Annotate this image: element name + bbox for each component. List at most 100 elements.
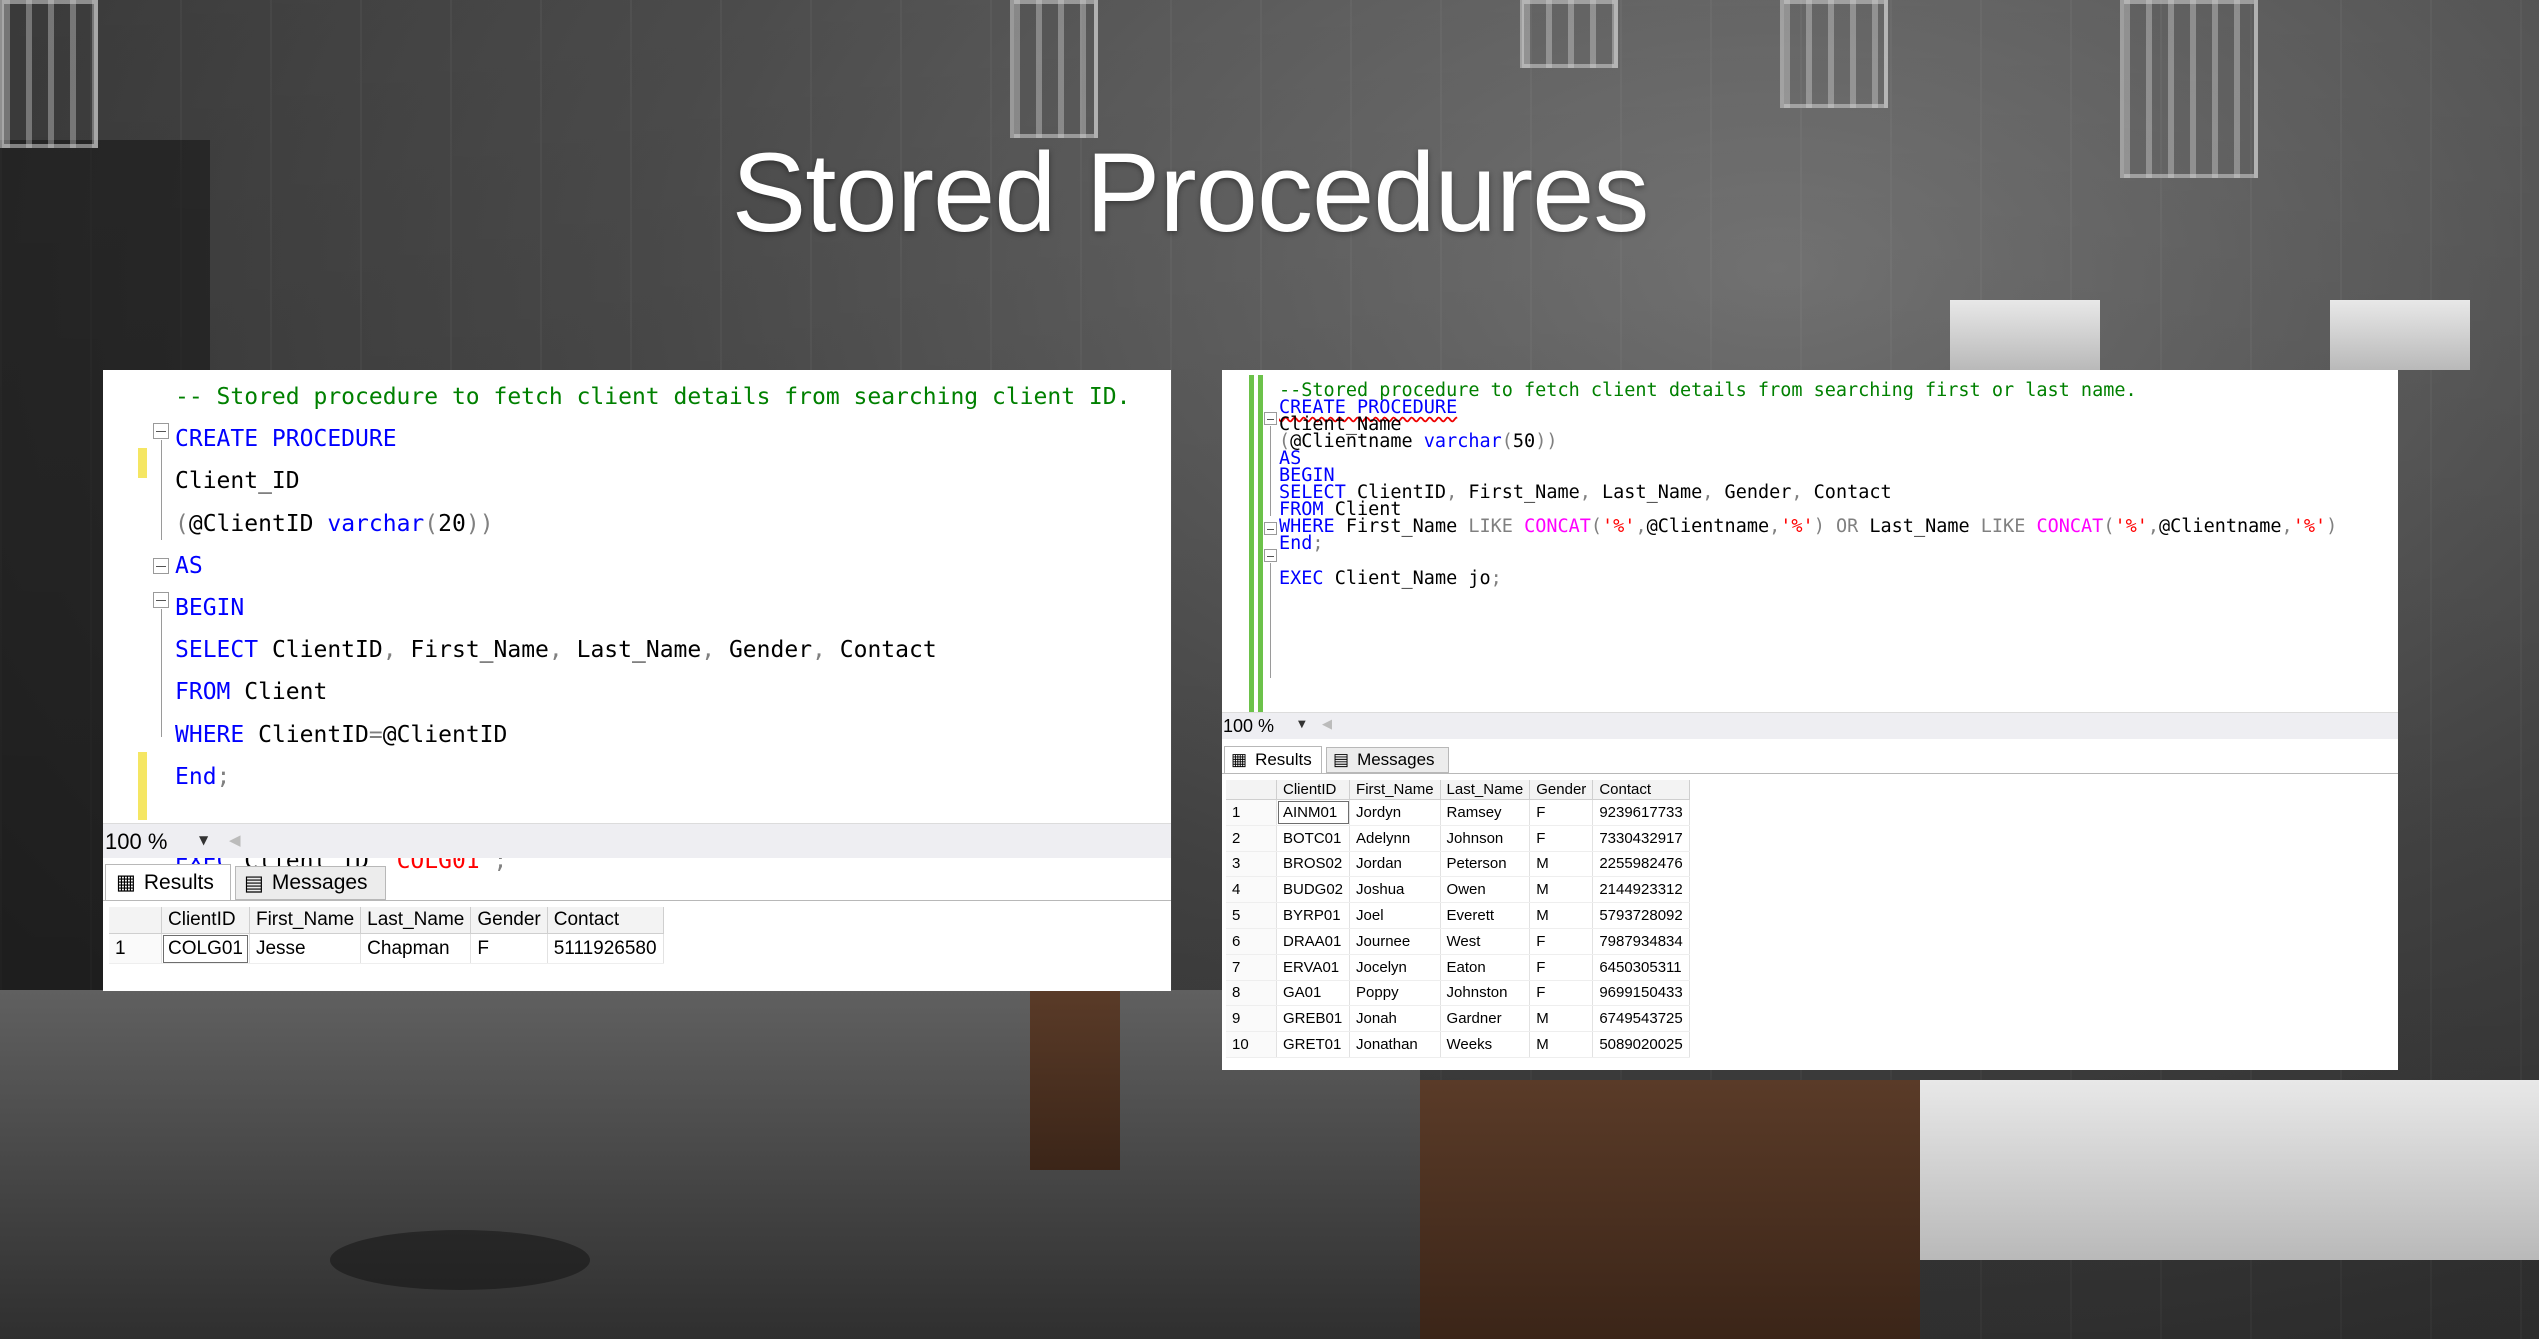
code-line[interactable]: BEGIN [1279, 465, 1335, 486]
table-cell[interactable]: 2144923312 [1592, 876, 1690, 904]
sql-editor-right[interactable]: --Stored procedure to fetch client detai… [1279, 380, 2394, 720]
table-cell[interactable]: F [1529, 799, 1594, 826]
table-cell[interactable]: Johnston [1440, 980, 1531, 1007]
table-row[interactable]: 8 GA01 Poppy Johnston F 9699150433 [1226, 980, 1690, 1007]
code-line[interactable]: CREATE PROCEDURE [1279, 397, 1457, 418]
tab-messages[interactable]: ▤ Messages [235, 866, 386, 900]
table-cell[interactable]: 7987934834 [1592, 928, 1690, 955]
code-line[interactable]: SELECT ClientID, First_Name, Last_Name, … [1279, 482, 1892, 503]
table-cell[interactable]: AINM01 [1276, 799, 1351, 826]
table-cell[interactable]: GA01 [1276, 980, 1351, 1007]
collapse-toggle-icon[interactable] [153, 423, 169, 439]
table-row[interactable]: 7 ERVA01 Jocelyn Eaton F 6450305311 [1226, 954, 1690, 981]
table-cell[interactable]: Gardner [1440, 1005, 1531, 1033]
zoom-level[interactable]: 100 % [105, 829, 167, 855]
column-header[interactable]: ClientID [161, 907, 250, 934]
column-header[interactable]: Gender [470, 907, 548, 934]
table-cell[interactable]: 2255982476 [1592, 851, 1690, 878]
code-line[interactable]: --Stored procedure to fetch client detai… [1279, 380, 2137, 401]
table-cell[interactable]: Eaton [1440, 954, 1531, 981]
table-cell[interactable]: ERVA01 [1276, 954, 1351, 981]
code-line[interactable]: SELECT ClientID, First_Name, Last_Name, … [175, 637, 937, 663]
table-cell[interactable]: M [1529, 1031, 1594, 1058]
table-cell[interactable]: Joel [1349, 902, 1441, 929]
code-line[interactable]: Client_Name [1279, 414, 1402, 435]
code-line[interactable]: Client_ID [175, 468, 300, 494]
column-header[interactable]: First_Name [1349, 780, 1441, 800]
code-line[interactable]: (@ClientID varchar(20)) [175, 511, 494, 537]
chevron-down-icon[interactable]: ▼ [1298, 719, 1306, 730]
table-cell[interactable]: 6749543725 [1592, 1005, 1690, 1033]
table-cell[interactable]: Jordyn [1349, 799, 1441, 826]
table-cell[interactable]: 5089020025 [1592, 1031, 1690, 1058]
table-cell[interactable]: BOTC01 [1276, 825, 1351, 852]
table-cell[interactable]: Jocelyn [1349, 954, 1441, 981]
column-header[interactable]: Contact [1592, 780, 1690, 800]
code-line[interactable]: End; [175, 764, 230, 790]
code-line[interactable]: AS [175, 553, 203, 579]
code-line[interactable]: FROM Client [1279, 499, 1402, 520]
table-cell[interactable]: Jordan [1349, 851, 1441, 878]
table-cell[interactable]: Jesse [249, 933, 362, 964]
table-cell[interactable]: BROS02 [1276, 851, 1351, 878]
table-cell[interactable]: 6450305311 [1592, 954, 1690, 981]
code-line[interactable]: -- Stored procedure to fetch client deta… [175, 384, 1130, 410]
table-row[interactable]: 1 COLG01 Jesse Chapman F 5111926580 [109, 933, 664, 964]
table-cell[interactable]: BYRP01 [1276, 902, 1351, 929]
table-row[interactable]: 1 AINM01 Jordyn Ramsey F 9239617733 [1226, 799, 1690, 826]
table-row[interactable]: 4 BUDG02 Joshua Owen M 2144923312 [1226, 876, 1690, 904]
table-cell[interactable]: COLG01 [161, 933, 250, 964]
scroll-left-icon[interactable]: ◀ [229, 831, 241, 849]
table-cell[interactable]: M [1529, 1005, 1594, 1033]
collapse-toggle-icon[interactable] [1264, 549, 1277, 562]
table-row[interactable]: 2 BOTC01 Adelynn Johnson F 7330432917 [1226, 825, 1690, 852]
table-row[interactable]: 9 GREB01 Jonah Gardner M 6749543725 [1226, 1005, 1690, 1033]
collapse-toggle-icon[interactable] [1264, 522, 1277, 535]
table-cell[interactable]: Jonathan [1349, 1031, 1441, 1058]
table-row[interactable]: 5 BYRP01 Joel Everett M 5793728092 [1226, 902, 1690, 929]
column-header[interactable]: Contact [547, 907, 664, 934]
code-line[interactable]: End; [1279, 533, 1324, 554]
tab-results[interactable]: ▦ Results [105, 864, 231, 900]
tab-results[interactable]: ▦ Results [1224, 746, 1322, 773]
table-cell[interactable]: F [1529, 954, 1594, 981]
results-grid-right[interactable]: ClientID First_Name Last_Name Gender Contact… [1226, 780, 1690, 1058]
column-header[interactable]: ClientID [1276, 780, 1351, 800]
zoom-level[interactable]: 100 % [1223, 716, 1274, 737]
table-row[interactable]: 10 GRET01 Jonathan Weeks M 5089020025 [1226, 1031, 1690, 1058]
table-cell[interactable]: F [1529, 980, 1594, 1007]
table-cell[interactable]: Adelynn [1349, 825, 1441, 852]
table-cell[interactable]: Journee [1349, 928, 1441, 955]
code-line[interactable]: BEGIN [175, 595, 244, 621]
sql-editor-left[interactable]: -- Stored procedure to fetch client deta… [175, 384, 1165, 874]
tab-messages[interactable]: ▤ Messages [1326, 747, 1449, 773]
chevron-down-icon[interactable]: ▼ [199, 833, 208, 847]
collapse-toggle-icon[interactable] [1264, 412, 1277, 425]
table-cell[interactable]: M [1529, 876, 1594, 904]
column-header[interactable]: Last_Name [1440, 780, 1531, 800]
column-header[interactable]: Gender [1529, 780, 1594, 800]
table-cell[interactable]: 5111926580 [547, 933, 664, 964]
table-cell[interactable]: BUDG02 [1276, 876, 1351, 904]
table-cell[interactable]: 5793728092 [1592, 902, 1690, 929]
table-cell[interactable]: GRET01 [1276, 1031, 1351, 1058]
code-line[interactable]: AS [1279, 448, 1301, 469]
table-cell[interactable]: 9239617733 [1592, 799, 1690, 826]
table-cell[interactable]: F [470, 933, 548, 964]
table-cell[interactable]: Joshua [1349, 876, 1441, 904]
table-cell[interactable]: Ramsey [1440, 799, 1531, 826]
column-header[interactable]: First_Name [249, 907, 362, 934]
table-row[interactable]: 3 BROS02 Jordan Peterson M 2255982476 [1226, 851, 1690, 878]
scroll-left-icon[interactable]: ◀ [1322, 717, 1332, 732]
collapse-toggle-icon[interactable] [153, 592, 169, 608]
table-cell[interactable]: Weeks [1440, 1031, 1531, 1058]
table-cell[interactable]: Owen [1440, 876, 1531, 904]
table-cell[interactable]: M [1529, 902, 1594, 929]
code-line[interactable]: WHERE ClientID=@ClientID [175, 722, 507, 748]
table-cell[interactable]: 9699150433 [1592, 980, 1690, 1007]
table-cell[interactable]: Everett [1440, 902, 1531, 929]
table-row[interactable]: 6 DRAA01 Journee West F 7987934834 [1226, 928, 1690, 955]
table-cell[interactable]: West [1440, 928, 1531, 955]
table-cell[interactable]: 7330432917 [1592, 825, 1690, 852]
code-line[interactable]: FROM Client [175, 679, 327, 705]
